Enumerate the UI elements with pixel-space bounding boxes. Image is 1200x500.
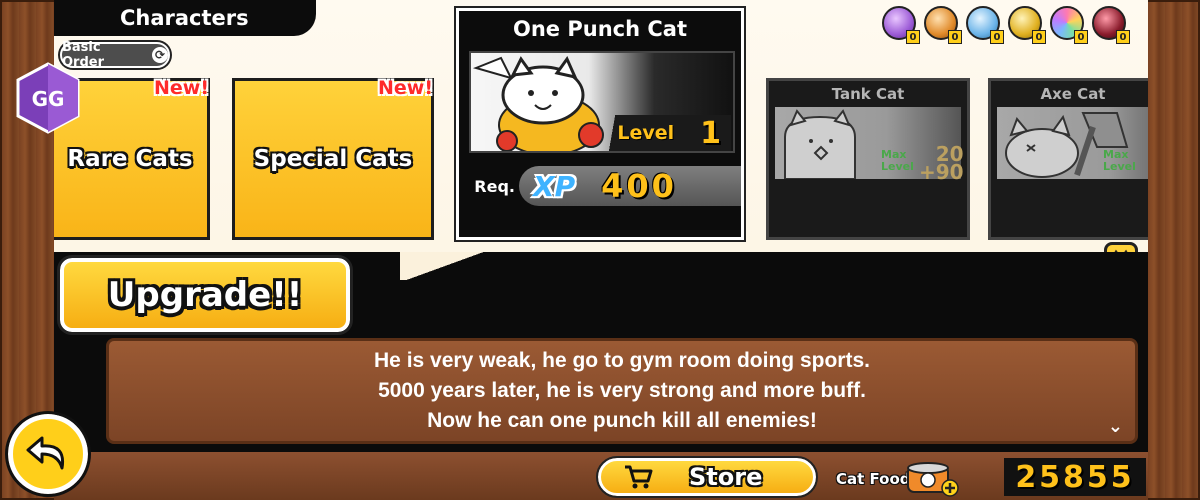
max-level-label: Max Level — [1103, 148, 1136, 173]
special-cats-label: Special Cats — [253, 146, 413, 172]
unit-name: Tank Cat — [831, 85, 905, 103]
gold-catseye-icon: 0 — [1008, 6, 1046, 44]
orange-catseye-icon: 0 — [924, 6, 962, 44]
blue-catseye-icon: 0 — [966, 6, 1004, 44]
store-button[interactable]: Store — [596, 456, 818, 498]
catseye-count: 0 — [1116, 30, 1130, 44]
unit-card-tank-cat[interactable]: Tank Cat Max Level 20 +90 — [766, 78, 970, 240]
level-value: 1 — [700, 115, 721, 151]
level-label: Level — [617, 122, 675, 144]
unit-description: He is very weak, he go to gym room doing… — [106, 338, 1138, 444]
description-line: 5000 years later, he is very strong and … — [378, 379, 866, 402]
req-label: Req. — [474, 176, 515, 196]
unit-card-axe-cat[interactable]: Axe Cat Max Level — [988, 78, 1148, 240]
upgrade-label: Upgrade!! — [107, 275, 303, 315]
catseye-count: 0 — [948, 30, 962, 44]
tank-cat-icon — [784, 109, 856, 179]
unit-name: Axe Cat — [1040, 85, 1106, 103]
catseye-count: 0 — [1032, 30, 1046, 44]
special-cats-card[interactable]: Special Cats New! — [232, 77, 434, 240]
cat-food-label: Cat Food — [836, 470, 911, 488]
back-button[interactable] — [5, 411, 91, 497]
xp-cost: 400 — [601, 167, 677, 205]
refresh-icon: ⟳ — [152, 47, 168, 63]
plus-level-value: +90 — [919, 160, 964, 184]
description-line: He is very weak, he go to gym room doing… — [374, 349, 870, 372]
catseye-count: 0 — [990, 30, 1004, 44]
unit-level: Level 1 — [601, 115, 731, 151]
page-title-text: Characters — [120, 6, 249, 30]
back-arrow-icon — [26, 436, 65, 470]
page-title: Characters — [54, 0, 316, 36]
xp-label: XP — [533, 169, 576, 203]
max-level-value: 20 +90 — [919, 144, 964, 184]
panel-divider — [400, 252, 490, 280]
character-screen: Characters Basic Order ⟳ Rare Cats New! … — [54, 0, 1148, 500]
xp-requirement: Req. XP 400 — [469, 163, 741, 209]
rainbow-catseye-icon: 0 — [1050, 6, 1088, 44]
description-line: Now he can one punch kill all enemies! — [427, 409, 817, 432]
selected-unit-card[interactable]: One Punch Cat Level 1 Req. XP 400 — [454, 6, 746, 242]
rare-cats-label: Rare Cats — [67, 146, 193, 172]
chevron-down-icon[interactable]: ⌄ — [1108, 416, 1123, 437]
new-badge: New! — [153, 77, 209, 99]
svg-text:GG: GG — [32, 87, 65, 111]
cat-food-can-icon[interactable] — [904, 458, 962, 498]
catseye-count: 0 — [906, 30, 920, 44]
catseye-count: 0 — [1074, 30, 1088, 44]
cat-food-amount: 25855 — [1004, 458, 1146, 496]
gg-overlay-icon[interactable]: GG — [16, 62, 80, 134]
dark-catseye-icon: 0 — [1092, 6, 1130, 44]
max-level-label: Max Level — [881, 148, 914, 173]
purple-catseye-icon: 0 — [882, 6, 920, 44]
shopping-cart-icon — [625, 465, 653, 489]
wood-frame-right — [1146, 0, 1200, 500]
store-label: Store — [689, 463, 763, 491]
xp-bar: XP 400 — [519, 166, 741, 206]
new-badge: New! — [377, 77, 433, 99]
unit-name: One Punch Cat — [513, 17, 687, 41]
upgrade-button[interactable]: Upgrade!! — [57, 255, 353, 335]
catseye-counters: 0 0 0 0 0 0 — [882, 6, 1130, 44]
